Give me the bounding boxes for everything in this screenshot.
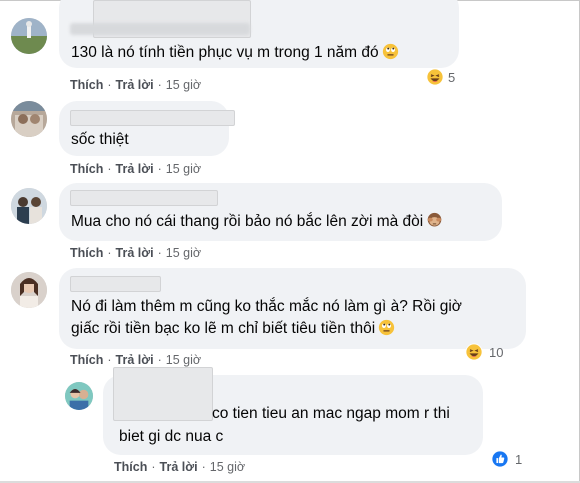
- see-no-evil-monkey-emoji: [427, 212, 442, 227]
- reply-link[interactable]: Trả lời: [116, 78, 154, 92]
- like-link[interactable]: Thích: [70, 246, 103, 260]
- comment-text-line-2: biet gi dc nua c: [119, 428, 224, 445]
- timestamp[interactable]: 15 giờ: [166, 246, 201, 260]
- comment-text-line-1: co tien tieu an mac ngap mom r thi: [212, 405, 450, 422]
- timestamp[interactable]: 15 giờ: [166, 162, 201, 176]
- reaction-count: 1: [515, 451, 523, 467]
- reaction-summary[interactable]: 5: [426, 67, 455, 87]
- rolling-eyes-emoji: [378, 319, 395, 336]
- comment-text: sốc thiệt: [71, 131, 129, 148]
- avatar[interactable]: [11, 272, 47, 308]
- timestamp[interactable]: 15 giờ: [210, 460, 245, 474]
- reaction-count: 5: [448, 69, 456, 85]
- laughing-reaction-icon: [465, 343, 483, 361]
- avatar[interactable]: [11, 101, 47, 137]
- avatar[interactable]: [11, 188, 47, 224]
- laughing-reaction-icon: [426, 68, 444, 86]
- comment-actions: Thích · Trả lời · 15 giờ: [70, 353, 202, 367]
- reaction-summary[interactable]: 10: [465, 342, 503, 362]
- commenter-name-blurred[interactable]: [70, 23, 250, 35]
- reaction-count: 10: [489, 344, 504, 360]
- reply-link[interactable]: Trả lời: [116, 246, 154, 260]
- like-link[interactable]: Thích: [70, 78, 103, 92]
- reply-link[interactable]: Trả lời: [160, 460, 198, 474]
- comment-actions: Thích · Trả lời · 15 giờ: [114, 460, 246, 474]
- avatar[interactable]: [65, 382, 93, 410]
- name-redaction: [70, 110, 235, 126]
- name-redaction: [70, 190, 218, 206]
- like-link[interactable]: Thích: [70, 162, 103, 176]
- comment-text: Mua cho nó cái thang rồi bảo nó bắc lên …: [71, 211, 443, 233]
- comment-actions: Thích · Trả lời · 15 giờ: [70, 162, 202, 176]
- name-redaction: [113, 367, 213, 421]
- timestamp[interactable]: 15 giờ: [166, 353, 201, 367]
- reply-link[interactable]: Trả lời: [116, 162, 154, 176]
- name-redaction: [70, 276, 161, 292]
- reaction-summary[interactable]: 1: [491, 449, 522, 469]
- comment-text-line-2: giấc rồi tiền bạc ko lẽ m chỉ biết tiêu …: [71, 318, 395, 340]
- comment-actions: Thích · Trả lời · 15 giờ: [70, 246, 202, 260]
- rolling-eyes-emoji: [382, 43, 398, 60]
- like-reaction-icon: [491, 450, 509, 468]
- comment-text-line-1: Nó đi làm thêm m cũng ko thắc mắc nó làm…: [71, 298, 462, 315]
- reply-link[interactable]: Trả lời: [116, 353, 154, 367]
- comment-text: 130 là nó tính tiền phục vụ m trong 1 nă…: [71, 42, 399, 64]
- like-link[interactable]: Thích: [70, 353, 103, 367]
- avatar[interactable]: [11, 18, 47, 54]
- comment-actions: Thích · Trả lời · 15 giờ: [70, 78, 202, 92]
- timestamp[interactable]: 15 giờ: [166, 78, 201, 92]
- like-link[interactable]: Thích: [114, 460, 147, 474]
